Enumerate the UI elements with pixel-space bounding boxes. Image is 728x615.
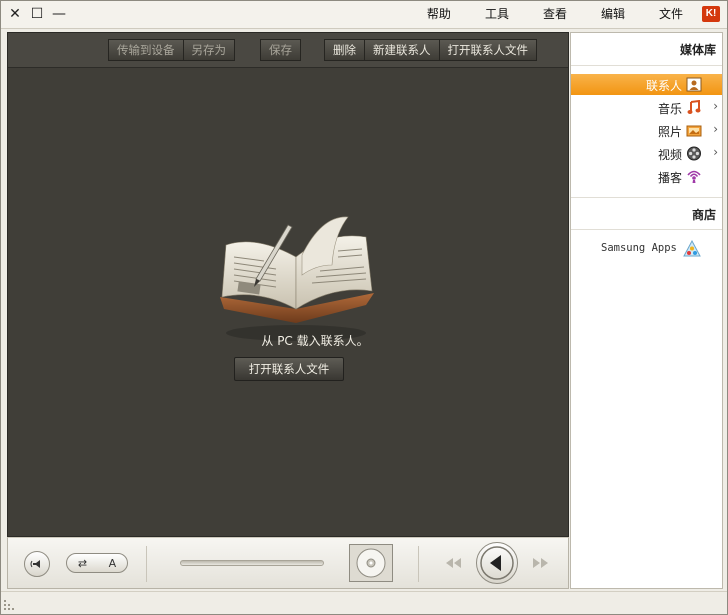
volume-button[interactable]: [24, 551, 50, 577]
prev-track-button[interactable]: [530, 556, 550, 573]
sidebar-item-label: 音乐: [657, 102, 682, 116]
seek-slider[interactable]: [180, 560, 324, 566]
sidebar-divider: [571, 197, 722, 198]
store-header: 商店: [691, 208, 716, 222]
restore-icon[interactable]: ☐: [29, 5, 45, 23]
resize-grip-icon[interactable]: [4, 600, 14, 610]
photos-icon: [686, 125, 702, 137]
sidebar-item-podcasts[interactable]: 播客: [571, 166, 722, 187]
content-pane: 传输到设备 另存为 保存 删除 新建联系人 打开联系人文件 从 PC 载入联系人…: [7, 32, 569, 537]
player-bar: ⇄ A: [7, 537, 569, 589]
menu-file[interactable]: 文件: [651, 6, 691, 22]
music-icon: [687, 100, 701, 114]
sidebar-item-music[interactable]: 音乐 ›: [571, 97, 722, 118]
status-bar: [1, 591, 727, 614]
menu-edit[interactable]: 编辑: [593, 6, 633, 22]
shuffle-icon[interactable]: ⇄: [78, 557, 87, 570]
app-logo: K!: [702, 6, 720, 22]
album-art-thumbnail: [349, 544, 393, 582]
delete-button[interactable]: 删除: [324, 39, 365, 61]
sidebar: 媒体库 联系人 音乐 › 照片 › 视频 › 播客 商店 Samsung App…: [570, 32, 723, 589]
podcast-icon: [687, 170, 701, 183]
sidebar-divider: [571, 229, 722, 230]
open-contacts-file-button[interactable]: 打开联系人文件: [439, 39, 537, 61]
sidebar-item-label: 视频: [657, 148, 682, 162]
next-track-button[interactable]: [444, 556, 464, 573]
contacts-toolbar: 传输到设备 另存为 保存 删除 新建联系人 打开联系人文件: [8, 33, 568, 68]
sidebar-item-photos[interactable]: 照片 ›: [571, 120, 722, 141]
sidebar-divider: [571, 65, 722, 66]
speaker-icon: [30, 560, 40, 568]
menu-view[interactable]: 查看: [535, 6, 575, 22]
sidebar-item-contacts[interactable]: 联系人: [571, 74, 722, 95]
menu-tools[interactable]: 工具: [477, 6, 517, 22]
play-button[interactable]: [476, 542, 518, 584]
sidebar-item-samsung-apps[interactable]: Samsung Apps: [601, 242, 677, 254]
rewind-right-icon: [533, 558, 548, 568]
sidebar-item-label: 联系人: [645, 79, 682, 93]
contacts-icon: [686, 77, 702, 92]
toolbar-group-right: 删除 新建联系人 打开联系人文件: [324, 39, 537, 61]
sidebar-item-label: 照片: [657, 125, 682, 139]
window-controls: ✕ ☐ —: [7, 5, 67, 23]
library-header: 媒体库: [679, 43, 716, 57]
player-separator: [146, 546, 147, 582]
chevron-right-icon[interactable]: ›: [713, 122, 718, 136]
close-icon[interactable]: ✕: [7, 5, 23, 23]
menu-help[interactable]: 帮助: [419, 6, 459, 22]
playback-mode-toggle[interactable]: ⇄ A: [66, 553, 128, 573]
toolbar-group-save: 保存: [260, 39, 301, 61]
sidebar-item-label: 播客: [657, 171, 682, 185]
fast-forward-left-icon: [446, 558, 461, 568]
open-contacts-file-main-button[interactable]: 打开联系人文件: [234, 357, 344, 381]
repeat-icon[interactable]: A: [109, 557, 117, 570]
save-as-button[interactable]: 另存为: [183, 39, 235, 61]
main-window: ✕ ☐ — 文件 编辑 查看 工具 帮助 K! 传输到设备 另存为 保存 删除 …: [0, 0, 728, 615]
samsung-apps-icon: [683, 240, 701, 257]
save-button[interactable]: 保存: [260, 39, 301, 61]
new-contact-button[interactable]: 新建联系人: [365, 39, 440, 61]
menu-bar: ✕ ☐ — 文件 编辑 查看 工具 帮助 K!: [1, 1, 727, 29]
transfer-to-device-button[interactable]: 传输到设备: [108, 39, 184, 61]
cd-icon: [356, 548, 386, 578]
sidebar-item-video[interactable]: 视频 ›: [571, 143, 722, 164]
toolbar-group-left: 传输到设备 另存为: [108, 39, 235, 61]
video-icon: [687, 146, 701, 161]
play-icon: [480, 546, 514, 580]
load-contacts-prompt: 从 PC 载入联系人。: [261, 334, 369, 348]
main-menu: 文件 编辑 查看 工具 帮助: [419, 6, 691, 22]
player-separator-2: [418, 546, 419, 582]
minimize-icon[interactable]: —: [51, 5, 67, 23]
chevron-right-icon[interactable]: ›: [713, 99, 718, 113]
chevron-right-icon[interactable]: ›: [713, 145, 718, 159]
